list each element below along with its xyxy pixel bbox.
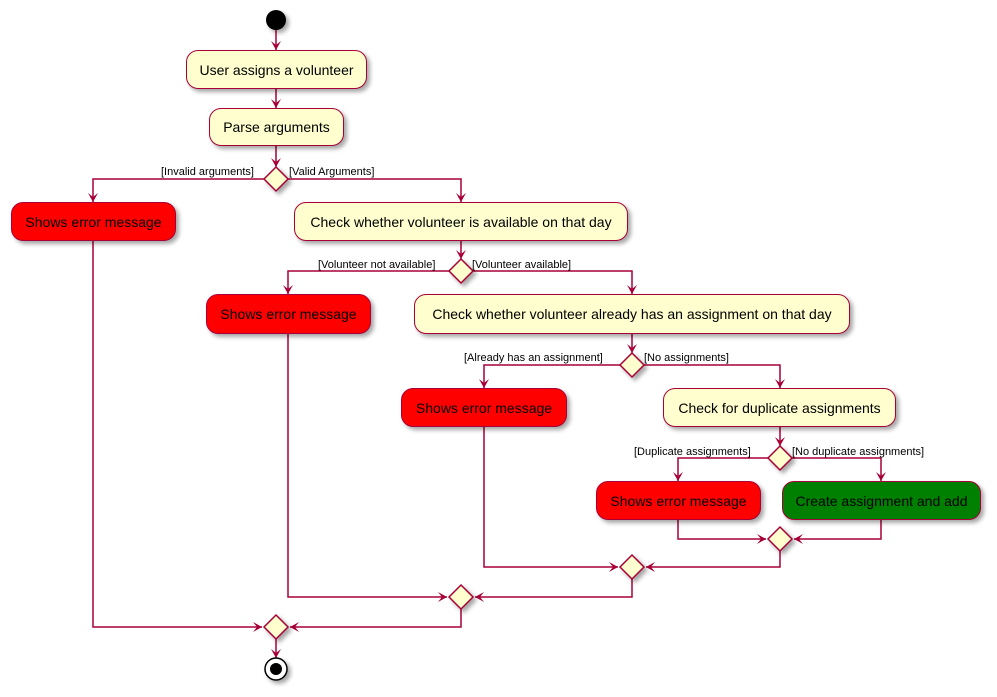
start-node [266,10,286,30]
guard-already-assigned: [Already has an assignment] [464,352,603,364]
end-node [264,657,288,681]
activity-check-available: Check whether volunteer is available on … [294,202,628,241]
activity-user-assigns: User assigns a volunteer [186,50,367,89]
guard-duplicate: [Duplicate assignments] [634,446,751,458]
decision-arguments [262,165,290,193]
decision-availability [447,257,475,285]
guard-no-duplicate: [No duplicate assignments] [792,446,925,458]
merge-availability [447,583,475,611]
activity-check-existing-assignment: Check whether volunteer already has an a… [414,294,850,334]
merge-existing [618,553,646,581]
guard-no-assignments: [No assignments] [644,352,729,364]
activity-parse-arguments: Parse arguments [209,108,344,146]
activity-error-duplicate: Shows error message [596,481,761,520]
merge-arguments [262,613,290,641]
decision-existing-assignment [618,351,646,379]
activity-check-duplicate: Check for duplicate assignments [663,388,896,427]
guard-volunteer-available: [Volunteer available] [472,259,572,271]
guard-invalid-arguments: [Invalid arguments] [161,166,254,178]
activity-create-assignment: Create assignment and add [782,481,981,520]
guard-valid-arguments: [Valid Arguments] [289,166,375,178]
activity-error-invalid-arguments: Shows error message [11,202,176,241]
diagram-canvas [88,10,886,681]
activity-error-not-available: Shows error message [206,294,371,334]
activity-error-already-assigned: Shows error message [401,388,567,427]
merge-duplicate [766,525,794,553]
arrowheads [88,41,886,658]
decision-duplicate [766,444,794,472]
guard-volunteer-not-available: [Volunteer not available] [318,259,436,271]
